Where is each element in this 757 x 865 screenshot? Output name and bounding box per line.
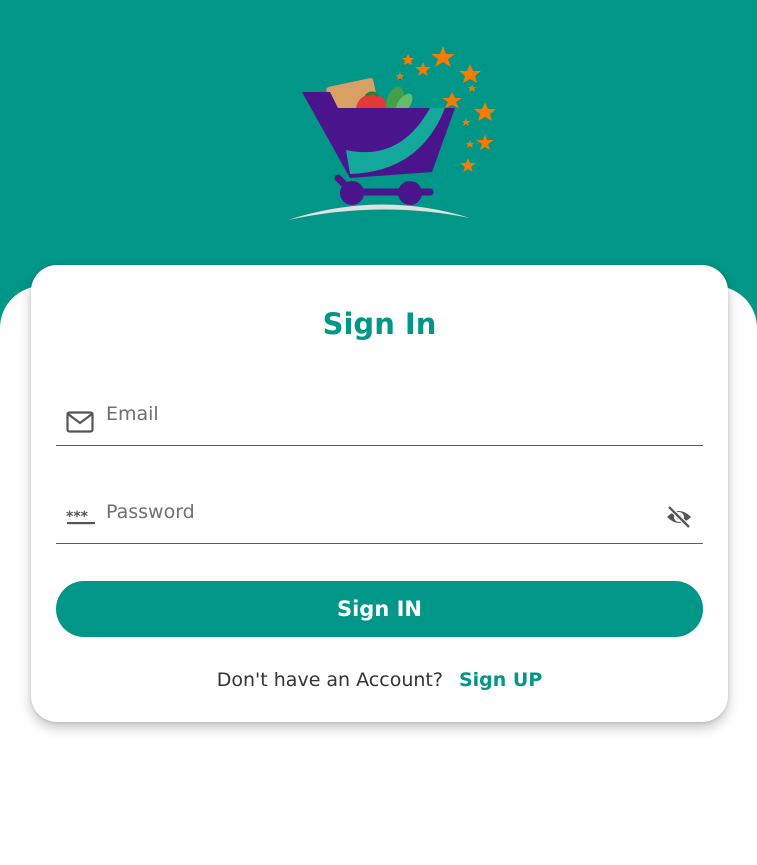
cart-wheel-left [340, 181, 364, 205]
sign-in-button[interactable]: Sign IN [56, 581, 703, 637]
password-field[interactable]: *** Password [56, 471, 703, 544]
password-icon: *** [66, 509, 95, 525]
signup-prompt: Don't have an Account? [216, 669, 443, 691]
password-placeholder: Password [106, 501, 195, 523]
sign-up-link[interactable]: Sign UP [459, 669, 542, 691]
mail-icon [66, 411, 94, 433]
shopping-cart-logo [288, 46, 496, 220]
email-placeholder: Email [106, 403, 159, 425]
sign-in-card: Sign In Email *** Password Sign IN Don't… [31, 265, 728, 722]
signup-row: Don't have an Account? Sign UP [31, 669, 728, 691]
cart-wheel-right [398, 181, 422, 205]
email-field[interactable]: Email [56, 373, 703, 446]
logo-swoosh [288, 204, 470, 220]
sign-in-title: Sign In [322, 307, 437, 341]
visibility-off-icon[interactable] [665, 505, 693, 529]
